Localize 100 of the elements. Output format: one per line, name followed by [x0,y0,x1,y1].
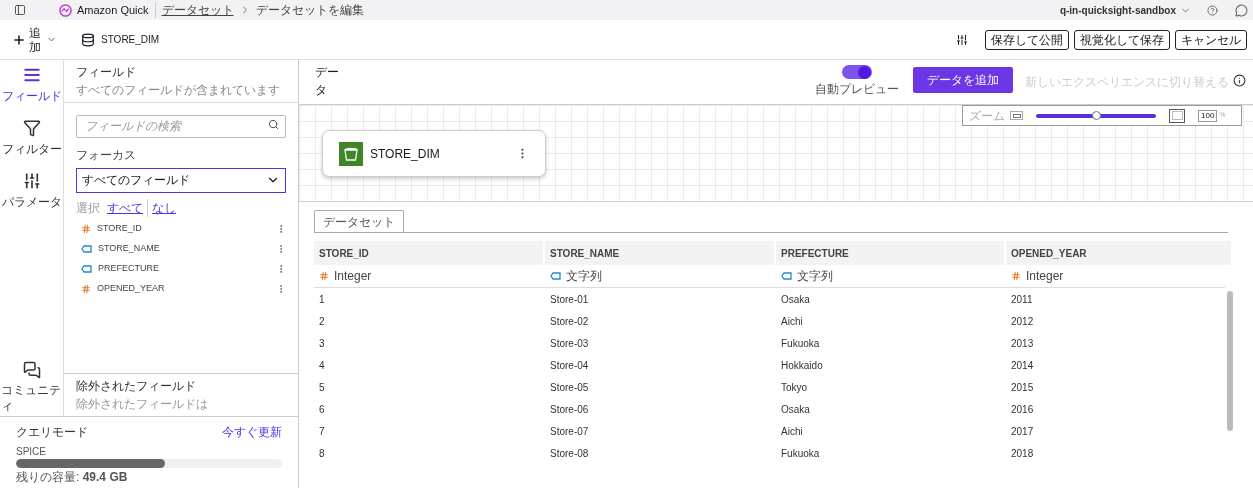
sidebar-toggle-icon[interactable] [14,4,26,16]
search-field[interactable]: フィールドの検索 [76,114,286,138]
dataset-name: STORE_DIM [101,33,160,47]
field-item[interactable]: OPENED_YEAR [76,278,286,299]
product-name: Amazon Quick [77,1,156,19]
text-type-icon [81,264,92,273]
info-icon[interactable] [1233,74,1246,87]
column-header[interactable]: STORE_NAME [545,241,774,265]
section-title: データ [315,64,340,99]
table-cell-text: 2012 [1010,314,1035,329]
table-cell-text: Store-01 [549,292,590,307]
add-data-button[interactable]: データを追加 [913,67,1013,93]
add-button[interactable]: 追加 [12,25,57,54]
sliders-icon [22,172,41,190]
table-cell-text: Store-06 [549,402,590,417]
rail-tab[interactable]: コミュニティ [0,361,63,414]
select-none-link[interactable]: なし [152,198,176,217]
table-cell-text: Osaka [780,292,811,307]
logo-icon [59,3,72,17]
table-cell-text: Aichi [780,314,804,329]
column-header[interactable]: STORE_ID [314,241,543,265]
table-cell-text: Fukuoka [780,446,821,461]
table-cell-text: 5 [318,380,326,395]
text-type-icon [81,244,92,253]
scrollbar[interactable] [1227,291,1233,431]
table-cell-text: 2018 [1010,446,1035,461]
plus-icon [12,32,26,47]
filter-icon [22,119,41,137]
database-icon [81,32,95,47]
field-item[interactable]: STORE_ID [76,218,286,239]
zoom-slider[interactable] [1036,113,1156,118]
table-cell-text: Tokyo [780,380,809,395]
auto-preview-toggle[interactable] [842,65,872,79]
breadcrumb-link[interactable]: データセット [161,1,234,19]
node-name: STORE_DIM [370,145,441,163]
preview-tab[interactable]: データセット [314,210,404,232]
table-cell-text: Store-04 [549,358,590,373]
field-item[interactable]: STORE_NAME [76,238,286,259]
number-type-icon [319,271,329,281]
zoom-value-field[interactable]: 100 [1198,109,1218,122]
capacity-text: 残りの容量: 49.4 GB [16,469,129,486]
zoom-thumb[interactable] [1092,110,1101,120]
focus-label: フォーカス [76,146,137,164]
dataset-node[interactable]: STORE_DIM [322,130,546,177]
engine-label: SPICE [16,445,47,459]
excluded-note: 除外されたフィールドは [76,396,209,413]
table-cell-text: 4 [318,358,326,373]
column-header[interactable]: PREFECTURE [776,241,1004,265]
rail-tab[interactable]: フィルター [1,119,62,158]
select-all-link[interactable]: すべて [107,198,148,217]
field-item[interactable]: PREFECTURE [76,258,286,279]
text-type-icon [550,272,561,280]
table-cell-text: 7 [318,424,326,439]
table-cell-text: 2015 [1010,380,1035,395]
toolbar-button[interactable]: 視覚化して保存 [1074,29,1170,50]
table-cell-text: Store-05 [549,380,590,395]
zoom-in-icon[interactable] [1169,108,1185,123]
column-header[interactable]: OPENED_YEAR [1006,241,1231,265]
excluded-title: 除外されたフィールド [76,378,197,395]
account-name[interactable]: q-in-quicksight-sandbox [1059,2,1176,18]
table-cell-text: 2014 [1010,358,1035,373]
focus-dropdown[interactable]: すべてのフィールド [76,167,286,193]
column-type: 文字列 [566,268,602,285]
search-icon [268,119,279,130]
zoom-out-icon[interactable] [1010,111,1023,120]
chat-icon [22,361,41,379]
table-cell-text: 2013 [1010,336,1035,351]
table-cell-text: Store-02 [549,314,590,329]
table-cell-text: 2 [318,314,326,329]
table-cell-text: Store-07 [549,424,590,439]
table-cell-text: 8 [318,446,326,461]
sliders-icon[interactable] [956,33,968,46]
help-icon[interactable] [1207,4,1218,16]
column-type: 文字列 [797,268,833,285]
bucket-icon [339,141,363,166]
toolbar-button[interactable]: 保存して公開 [985,29,1069,50]
chat-bubble-icon[interactable] [1235,3,1248,17]
zoom-label: ズーム [969,108,1005,123]
query-mode-title: クエリモード [16,424,88,441]
table-cell-text: 3 [318,336,326,351]
table-cell-text: Store-03 [549,336,590,351]
auto-preview-label: 自動プレビュー [815,81,899,98]
panel-title: フィールド [76,64,137,81]
rail-tab[interactable]: フィールド [1,66,62,105]
refresh-link[interactable]: 今すぐ更新 [222,423,282,441]
table-cell-text: Fukuoka [780,336,821,351]
number-type-icon [81,223,91,234]
page-title: データセットを編集 [255,2,364,19]
panel-subtitle: すべてのフィールドが含まれています [76,82,281,99]
table-cell-text: Aichi [780,424,804,439]
column-type: Integer [1026,268,1064,285]
select-label: 選択 [76,199,100,217]
number-type-icon [81,283,91,294]
rail-tab[interactable]: パラメータ [1,172,62,211]
toolbar-button[interactable]: キャンセル [1175,29,1247,50]
table-cell-text: Osaka [780,402,811,417]
table-cell-text: 2011 [1010,292,1034,307]
table-cell-text: Hokkaido [780,358,824,373]
table-cell-text: 1 [318,292,326,307]
table-cell-text: 2016 [1010,402,1035,417]
